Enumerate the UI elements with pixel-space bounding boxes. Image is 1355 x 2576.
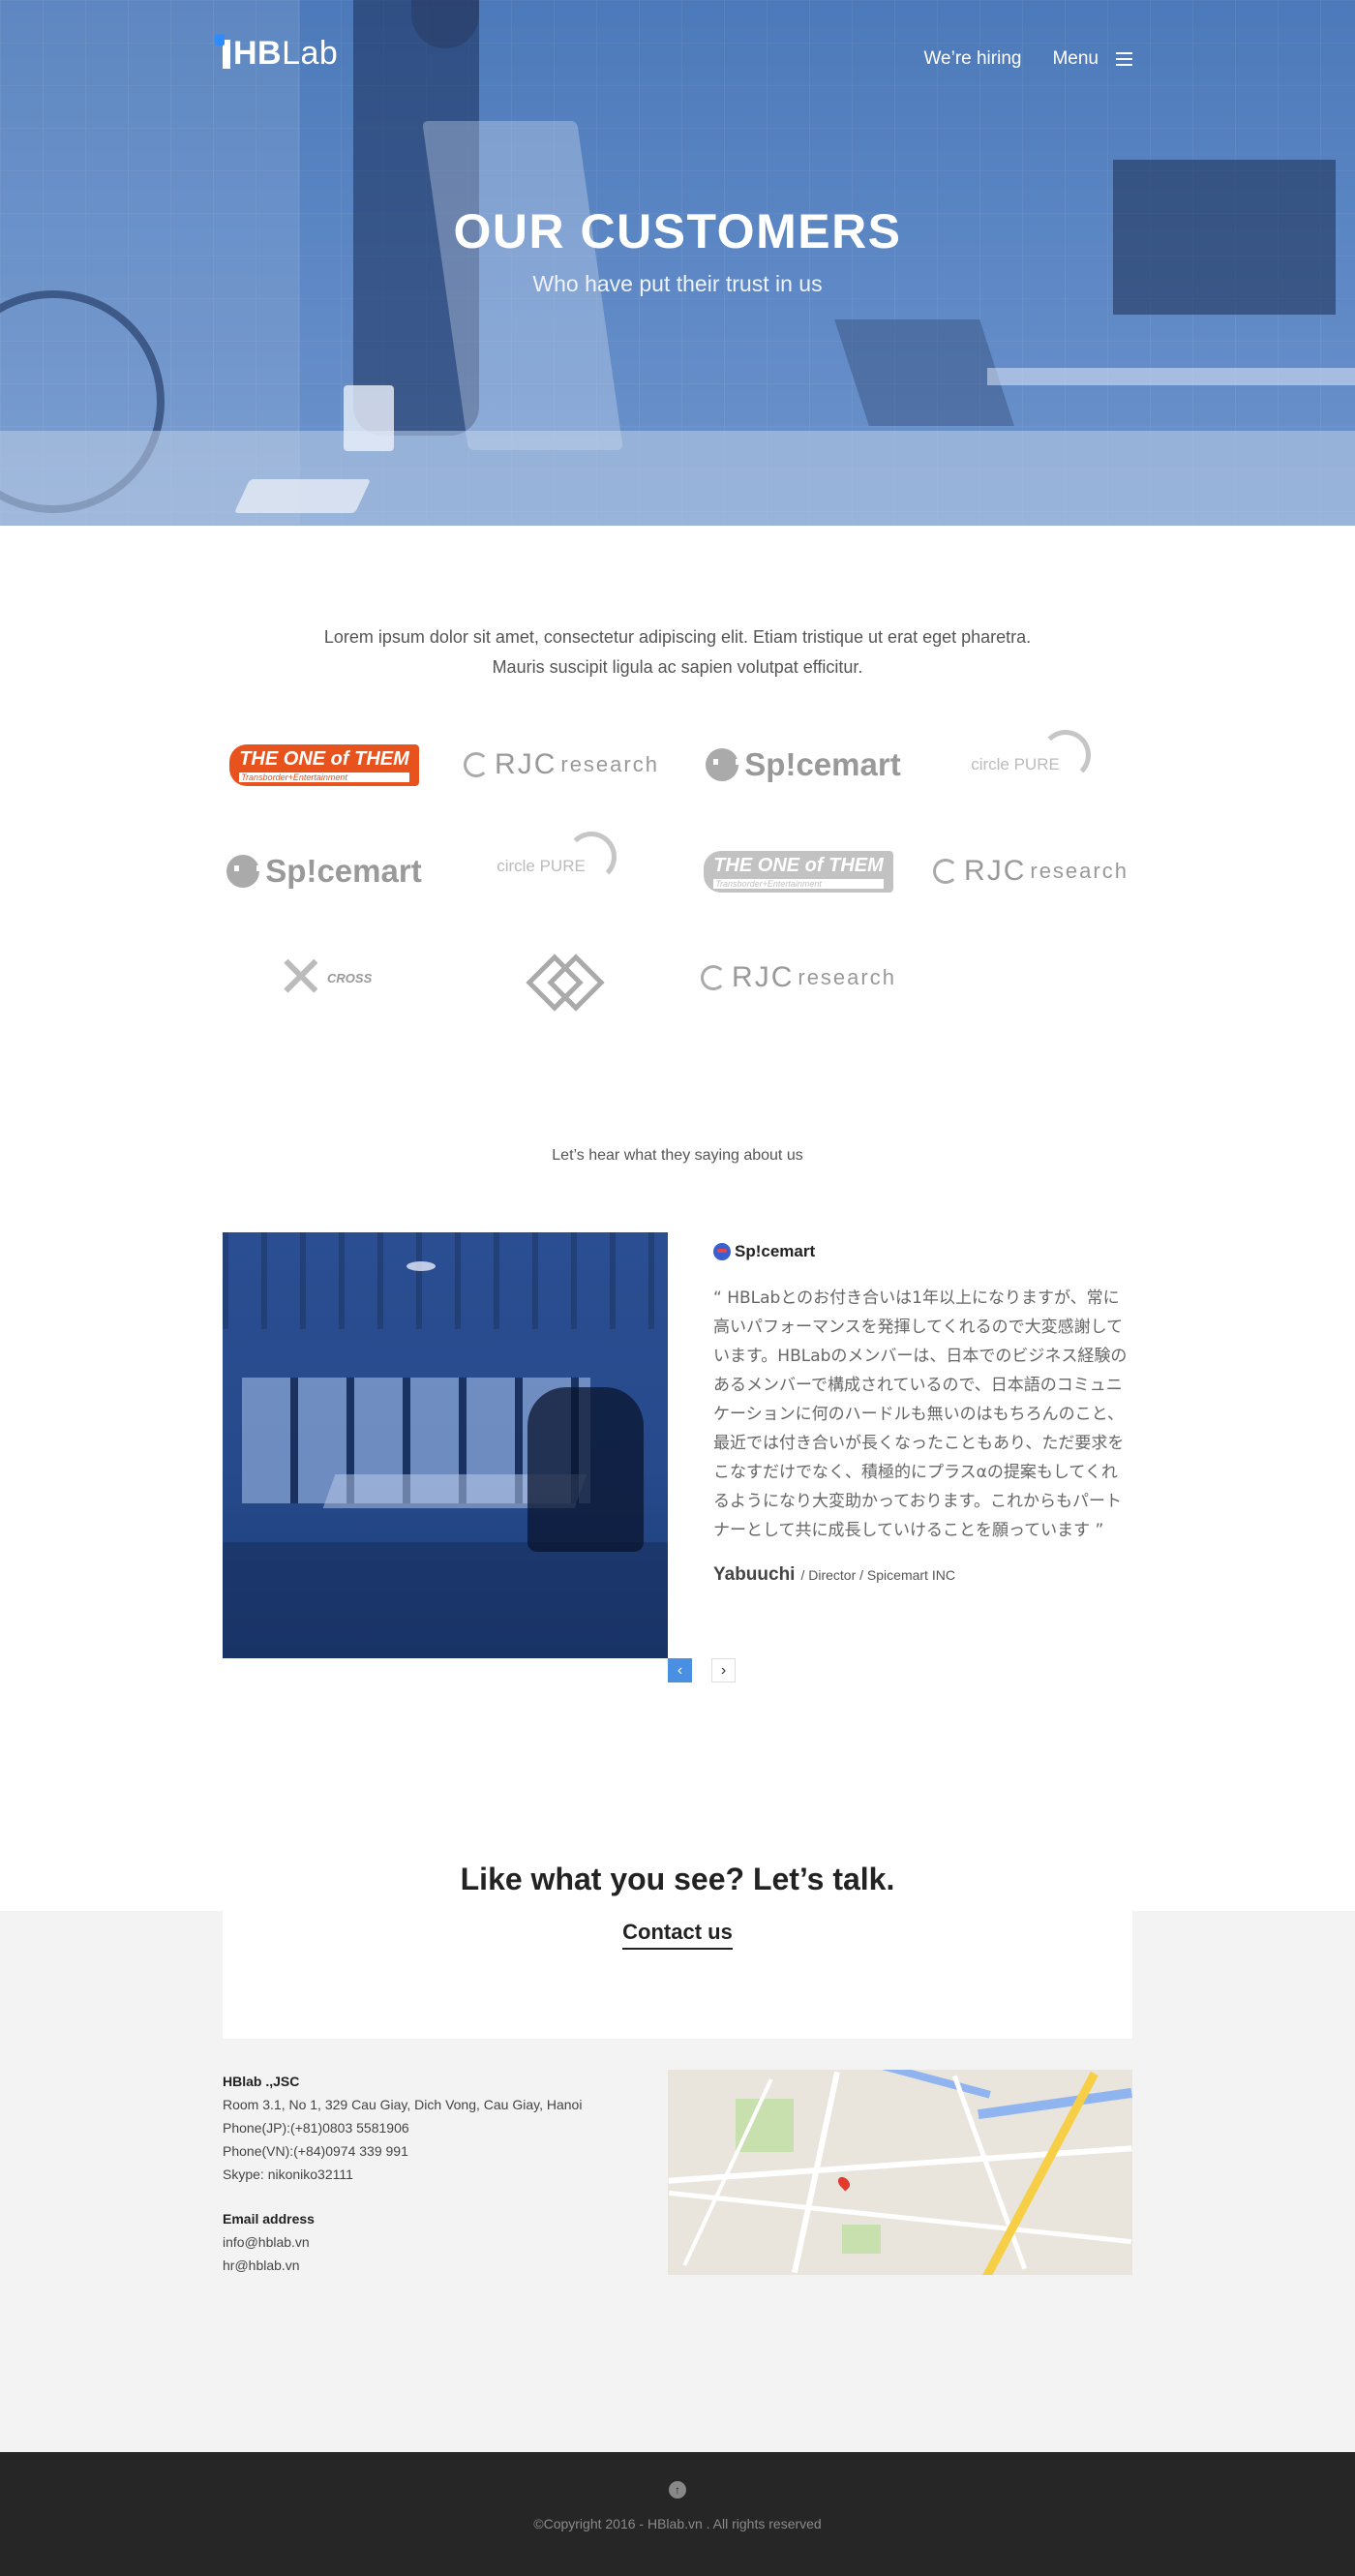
hero-title: OUR CUSTOMERS bbox=[453, 204, 902, 258]
logo-spicemart[interactable]: Sp!cemart bbox=[702, 731, 905, 799]
location-map[interactable] bbox=[668, 2070, 1132, 2275]
map-pin-icon bbox=[835, 2174, 853, 2192]
logo-circle-pure[interactable]: circle PURE bbox=[929, 730, 1132, 799]
quote-author: Yabuuchi / Director / Spicemart INC bbox=[713, 1564, 1132, 1586]
site-logo[interactable]: HB Lab bbox=[215, 33, 339, 73]
customers-section: Lorem ipsum dolor sit amet, consectetur … bbox=[0, 526, 1355, 1041]
hero-subtitle: Who have put their trust in us bbox=[532, 271, 823, 296]
menu-button[interactable]: Menu bbox=[1052, 48, 1132, 70]
rjc-c-icon bbox=[933, 859, 959, 884]
prev-slide-button[interactable]: ‹ bbox=[668, 1658, 692, 1682]
footer: ↑ ©Copyright 2016 - HBlab.vn . All right… bbox=[0, 2452, 1355, 2576]
main-nav: We’re hiring Menu bbox=[923, 48, 1132, 70]
testimonial-slider: Sp!cemart “ HBLabとのお付き合いは1年以上になりますが、常に高い… bbox=[223, 1232, 1132, 1697]
author-name: Yabuuchi bbox=[713, 1564, 796, 1585]
spicemart-face-icon bbox=[706, 748, 741, 781]
next-slide-button[interactable]: › bbox=[711, 1658, 736, 1682]
author-role: / Director / Spicemart INC bbox=[800, 1567, 955, 1583]
diamond-logo-icon bbox=[532, 949, 590, 1007]
phone-jp-text: Phone(JP):(+81)0803 5581906 bbox=[223, 2120, 409, 2136]
logo-theone[interactable]: THE ONE of THEM Transborder+Entertainment bbox=[223, 731, 426, 799]
logo-theone[interactable]: THE ONE of THEM Transborder+Entertainment bbox=[697, 837, 900, 905]
logo-cross[interactable]: ✕ CROSS bbox=[223, 944, 426, 1012]
customers-intro: Lorem ipsum dolor sit amet, consectetur … bbox=[323, 627, 1032, 677]
office-photo bbox=[223, 1232, 668, 1658]
email-heading: Email address bbox=[223, 2211, 315, 2227]
testimonial-quote: Sp!cemart “ HBLabとのお付き合いは1年以上になりますが、常に高い… bbox=[713, 1232, 1132, 1586]
contact-us-link[interactable]: Contact us bbox=[622, 1920, 733, 1950]
testimonial-section: Let’s hear what they saying about us Sp!… bbox=[0, 1147, 1355, 1697]
rjc-c-icon bbox=[464, 752, 490, 777]
email-info-link[interactable]: info@hblab.vn bbox=[223, 2230, 639, 2254]
address-text: Room 3.1, No 1, 329 Cau Giay, Dich Vong,… bbox=[223, 2097, 583, 2112]
logo-rjc-research[interactable]: RJC research bbox=[697, 944, 900, 1012]
circle-pure-ring-icon bbox=[565, 832, 617, 882]
hero-banner: HB Lab We’re hiring Menu OUR CUSTOMERS Wh… bbox=[0, 0, 1355, 526]
testimonial-section-title: Let’s hear what they saying about us bbox=[552, 1147, 803, 1164]
logo-circle-pure[interactable]: circle PURE bbox=[455, 832, 658, 900]
logo-spicemart[interactable]: Sp!cemart bbox=[223, 837, 426, 905]
skype-text: Skype: nikoniko32111 bbox=[223, 2167, 353, 2182]
cross-x-icon: ✕ bbox=[276, 945, 326, 1010]
nav-hiring-link[interactable]: We’re hiring bbox=[923, 48, 1021, 70]
quote-text: “ HBLabとのお付き合いは1年以上になりますが、常に高いパフォーマンスを発揮… bbox=[713, 1288, 1128, 1540]
copyright-text: ©Copyright 2016 - HBlab.vn . All rights … bbox=[533, 2516, 822, 2531]
cta-title: Like what you see? Let’s talk. bbox=[460, 1862, 895, 1896]
logo-rjc-research[interactable]: RJC research bbox=[929, 837, 1132, 905]
logo-text-bold: HB bbox=[233, 35, 283, 72]
email-hr-link[interactable]: hr@hblab.vn bbox=[223, 2254, 639, 2277]
logo-rjc-research[interactable]: RJC research bbox=[460, 731, 663, 799]
chevron-left-icon: ‹ bbox=[677, 1661, 683, 1679]
logo-text: Lab bbox=[282, 35, 339, 72]
hamburger-icon bbox=[1116, 52, 1132, 66]
rjc-c-icon bbox=[701, 965, 727, 990]
logo-diamond[interactable] bbox=[460, 944, 663, 1012]
logo-mark-icon bbox=[215, 33, 230, 69]
contact-section: Like what you see? Let’s talk. Contact u… bbox=[0, 1833, 1355, 2452]
quote-client-logo: Sp!cemart bbox=[713, 1242, 1132, 1261]
menu-label: Menu bbox=[1052, 48, 1099, 69]
customer-logo-grid: THE ONE of THEM Transborder+Entertainment… bbox=[223, 730, 1132, 1041]
company-name: HBlab .,JSC bbox=[223, 2074, 300, 2089]
slider-controls: ‹ › bbox=[668, 1658, 736, 1682]
spicemart-face-icon bbox=[713, 1243, 731, 1260]
spicemart-face-icon bbox=[226, 855, 262, 888]
phone-vn-text: Phone(VN):(+84)0974 339 991 bbox=[223, 2143, 408, 2159]
contact-info: HBlab .,JSC Room 3.1, No 1, 329 Cau Giay… bbox=[223, 2070, 639, 2277]
circle-pure-ring-icon bbox=[1039, 730, 1091, 780]
back-to-top-icon[interactable]: ↑ bbox=[669, 2481, 686, 2499]
chevron-right-icon: › bbox=[720, 1661, 727, 1679]
